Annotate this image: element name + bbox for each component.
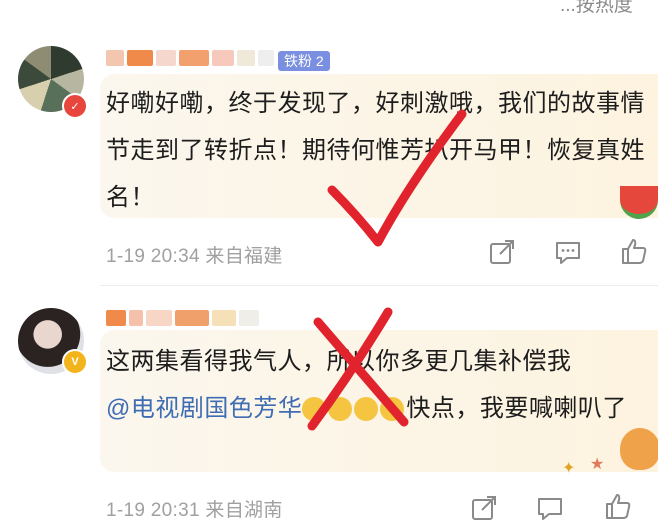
- sort-by-heat-link[interactable]: ...按热度: [560, 0, 633, 17]
- divider: [100, 285, 658, 286]
- fan-level-badge: 铁粉 2: [278, 51, 330, 71]
- share-icon[interactable]: [488, 238, 516, 266]
- shiba-dog-sticker-icon: [620, 428, 658, 470]
- comment-text-part: 快点，我要喊喇叭了: [406, 395, 627, 422]
- comment-icon[interactable]: [554, 238, 582, 266]
- comment-text-part: 这两集看得我气人，所以你多更几集补偿我: [106, 348, 572, 375]
- pleading-face-emoji-icon: [354, 397, 379, 422]
- verified-badge-icon: ✓: [62, 93, 88, 119]
- username-redacted[interactable]: [106, 50, 274, 70]
- share-icon[interactable]: [470, 494, 498, 522]
- verified-badge-icon: V: [62, 349, 88, 375]
- sparkle-decoration-icon: ✦: [562, 460, 576, 477]
- comment-meta: 1-19 20:31 来自湖南: [106, 500, 283, 521]
- comment-text: 好嘞好嘞，终于发现了，好刺激哦，我们的故事情节走到了转折点！期待何惟芳扒开马甲！…: [106, 90, 645, 211]
- comment-text: 这两集看得我气人，所以你多更几集补偿我 @电视剧国色芳华 快点，我要喊喇叭了: [106, 338, 646, 433]
- pleading-face-emoji-icon: [328, 397, 353, 422]
- star-decoration-icon: ★: [590, 456, 605, 473]
- username-redacted[interactable]: [106, 310, 259, 330]
- comment-meta: 1-19 20:34 来自福建: [106, 246, 283, 267]
- pleading-face-emoji-icon: [302, 397, 327, 422]
- like-icon[interactable]: [604, 492, 632, 520]
- pleading-face-emoji-icon: [380, 397, 405, 422]
- like-icon[interactable]: [620, 237, 648, 265]
- comment-icon[interactable]: [536, 494, 564, 522]
- mention-link[interactable]: @电视剧国色芳华: [106, 395, 302, 422]
- emoji-group: [302, 386, 406, 433]
